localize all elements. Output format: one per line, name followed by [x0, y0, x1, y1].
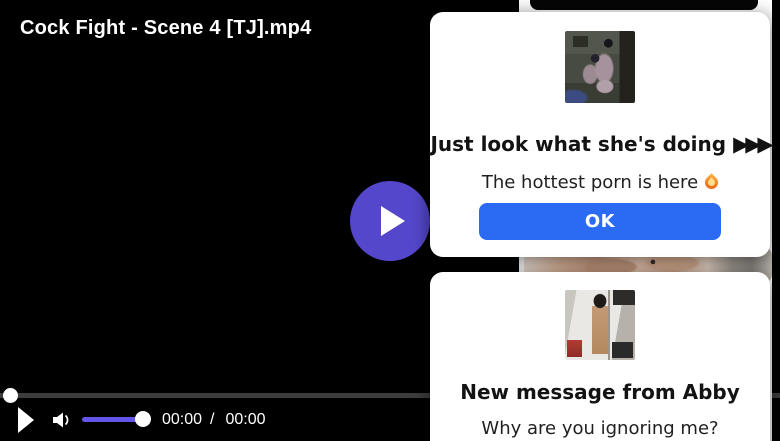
play-icon [381, 206, 405, 236]
video-title: Cock Fight - Scene 4 [TJ].mp4 [20, 17, 311, 40]
popup-message-dialog: New message from Abby Why are you ignori… [430, 272, 770, 441]
offer-subtitle: The hottest porn is here [430, 172, 770, 193]
progress-knob[interactable] [3, 388, 18, 403]
message-body: Why are you ignoring me? [430, 418, 770, 439]
time-separator: / [210, 411, 214, 429]
popup-offer-dialog: Just look what she's doing▶▶▶ The hottes… [430, 12, 770, 257]
speaker-low-icon [52, 411, 72, 429]
ok-button[interactable]: OK [479, 203, 721, 240]
triple-arrow-icon: ▶▶▶ [733, 132, 769, 156]
offer-thumbnail[interactable] [565, 31, 635, 103]
volume-button[interactable] [52, 411, 72, 429]
offer-title: Just look what she's doing▶▶▶ [430, 132, 770, 156]
volume-knob[interactable] [135, 411, 151, 427]
page: Cock Fight - Scene 4 [TJ].mp4 00:00/00:0… [0, 0, 780, 441]
duration: 00:00 [226, 411, 266, 428]
message-thumbnail[interactable] [565, 290, 635, 360]
play-button[interactable] [18, 407, 34, 433]
time-display: 00:00 / 00:00 [162, 411, 266, 429]
fire-icon [702, 173, 720, 191]
message-title: New message from Abby [430, 380, 770, 404]
current-time: 00:00 [162, 411, 202, 428]
sidebar-video-thumbnail-top[interactable] [530, 0, 758, 10]
big-play-button[interactable] [350, 181, 430, 261]
